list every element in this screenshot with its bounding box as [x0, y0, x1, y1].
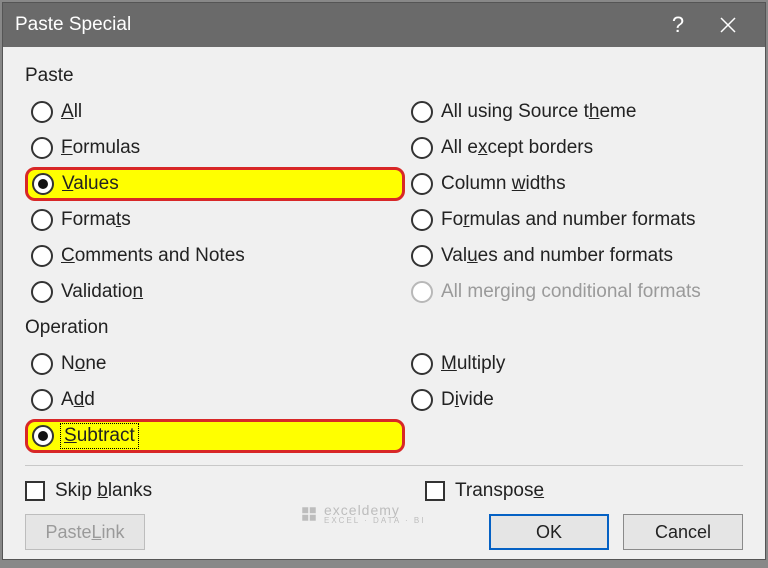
radio-label-comments: Comments and Notes	[61, 245, 245, 267]
radio-comments[interactable]: Comments and Notes	[25, 239, 405, 273]
radio-except_borders[interactable]: All except borders	[405, 131, 743, 165]
radio-divide[interactable]: Divide	[405, 383, 743, 417]
titlebar: Paste Special ?	[3, 3, 765, 47]
radio-formats[interactable]: Formats	[25, 203, 405, 237]
skip-blanks-checkbox[interactable]: Skip blanks	[25, 480, 425, 502]
radio-none[interactable]: None	[25, 347, 405, 381]
operation-options: None Add Subtract Multiply Divide	[25, 347, 743, 453]
radio-icon	[32, 425, 54, 447]
checkbox-icon	[25, 481, 45, 501]
check-row: Skip blanks Transpose	[25, 480, 743, 502]
radio-icon	[31, 245, 53, 267]
radio-icon	[411, 245, 433, 267]
radio-values[interactable]: Values	[25, 167, 405, 201]
radio-label-multiply: Multiply	[441, 353, 505, 375]
radio-icon	[31, 137, 53, 159]
radio-icon	[411, 209, 433, 231]
radio-values_num[interactable]: Values and number formats	[405, 239, 743, 273]
radio-label-col_widths: Column widths	[441, 173, 566, 195]
radio-label-formulas_num: Formulas and number formats	[441, 209, 696, 231]
radio-validation[interactable]: Validation	[25, 275, 405, 309]
cancel-button[interactable]: Cancel	[623, 514, 743, 550]
radio-icon	[31, 389, 53, 411]
ok-button[interactable]: OK	[489, 514, 609, 550]
radio-icon	[411, 173, 433, 195]
watermark: exceldemy EXCEL · DATA · BI	[300, 502, 425, 525]
radio-label-none: None	[61, 353, 106, 375]
radio-label-values: Values	[62, 173, 119, 195]
operation-group-label: Operation	[25, 317, 743, 339]
radio-multiply[interactable]: Multiply	[405, 347, 743, 381]
dialog-title: Paste Special	[15, 14, 653, 36]
radio-formulas[interactable]: Formulas	[25, 131, 405, 165]
radio-label-divide: Divide	[441, 389, 494, 411]
radio-all[interactable]: All	[25, 95, 405, 129]
paste-special-dialog: Paste Special ? Paste All Formulas Values F…	[2, 2, 766, 560]
paste-group-label: Paste	[25, 65, 743, 87]
close-icon	[720, 17, 736, 33]
radio-subtract[interactable]: Subtract	[25, 419, 405, 453]
watermark-icon	[300, 505, 318, 523]
radio-icon	[411, 281, 433, 303]
radio-icon	[411, 353, 433, 375]
transpose-label: Transpose	[455, 480, 544, 502]
radio-icon	[411, 389, 433, 411]
radio-col_widths[interactable]: Column widths	[405, 167, 743, 201]
radio-label-except_borders: All except borders	[441, 137, 593, 159]
radio-source_theme[interactable]: All using Source theme	[405, 95, 743, 129]
radio-formulas_num[interactable]: Formulas and number formats	[405, 203, 743, 237]
radio-label-merge_cond: All merging conditional formats	[441, 281, 701, 303]
divider	[25, 465, 743, 466]
radio-icon	[31, 353, 53, 375]
radio-label-add: Add	[61, 389, 95, 411]
radio-merge_cond: All merging conditional formats	[405, 275, 743, 309]
radio-icon	[32, 173, 54, 195]
radio-label-subtract: Subtract	[62, 425, 137, 447]
transpose-checkbox[interactable]: Transpose	[425, 480, 544, 502]
watermark-sub: EXCEL · DATA · BI	[324, 516, 425, 525]
radio-icon	[411, 137, 433, 159]
radio-label-formulas: Formulas	[61, 137, 140, 159]
radio-label-source_theme: All using Source theme	[441, 101, 636, 123]
radio-label-formats: Formats	[61, 209, 131, 231]
radio-icon	[31, 209, 53, 231]
radio-label-validation: Validation	[61, 281, 143, 303]
dialog-content: Paste All Formulas Values Formats Comments a…	[3, 47, 765, 568]
skip-blanks-label: Skip blanks	[55, 480, 152, 502]
radio-icon	[411, 101, 433, 123]
help-button[interactable]: ?	[653, 3, 703, 47]
close-button[interactable]	[703, 3, 753, 47]
radio-label-values_num: Values and number formats	[441, 245, 673, 267]
radio-icon	[31, 101, 53, 123]
radio-label-all: All	[61, 101, 82, 123]
paste-options: All Formulas Values Formats Comments and Not…	[25, 95, 743, 309]
checkbox-icon	[425, 481, 445, 501]
radio-icon	[31, 281, 53, 303]
paste-link-button: Paste Link	[25, 514, 145, 550]
radio-add[interactable]: Add	[25, 383, 405, 417]
